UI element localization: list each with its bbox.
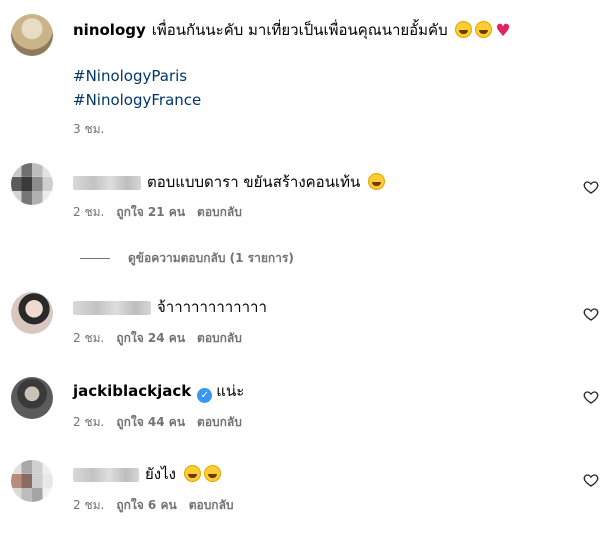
likes-count[interactable]: ถูกใจ 21 คน bbox=[116, 205, 185, 219]
comment-line: ยังไง bbox=[73, 464, 221, 484]
comment-text: แน่ะ bbox=[216, 382, 245, 400]
reply-button[interactable]: ตอบกลับ bbox=[197, 331, 242, 345]
comment-time: 2 ชม. bbox=[73, 415, 105, 429]
blurred-username[interactable] bbox=[73, 467, 139, 482]
comment-time: 2 ชม. bbox=[73, 205, 105, 219]
comment-meta: 2 ชม. ถูกใจ 21 คน ตอบกลับ bbox=[73, 204, 254, 220]
caption-avatar[interactable] bbox=[11, 14, 53, 56]
comment-time: 2 ชม. bbox=[73, 498, 105, 512]
caption-line: ninology เพื่อนกันนะคับ มาเที่ยวเป็นเพื่อ… bbox=[73, 20, 511, 41]
comment-avatar[interactable] bbox=[11, 377, 53, 419]
reply-button[interactable]: ตอบกลับ bbox=[197, 205, 242, 219]
blurred-username[interactable] bbox=[73, 175, 141, 190]
smiley-emoji-icon bbox=[203, 465, 221, 482]
comment-time: 2 ชม. bbox=[73, 331, 105, 345]
red-heart-emoji-icon: ♥ bbox=[495, 21, 511, 41]
comment-avatar[interactable] bbox=[11, 460, 53, 502]
comment-text: จ้าาาาาาาาาาาา bbox=[157, 298, 267, 316]
comment-text: ยังไง bbox=[145, 465, 176, 483]
heart-outline-icon[interactable] bbox=[583, 179, 599, 195]
squinting-tongue-emoji-icon bbox=[368, 173, 385, 190]
verified-badge-icon: ✓ bbox=[197, 388, 213, 403]
reply-button[interactable]: ตอบกลับ bbox=[189, 498, 234, 512]
view-replies-label: ดูข้อความตอบกลับ (1 รายการ) bbox=[128, 251, 294, 265]
comment-line: ตอบแบบดารา ขยันสร้างคอนเท้น bbox=[73, 172, 385, 192]
rolling-laughing-emoji-icon bbox=[183, 465, 201, 482]
comment-text: ตอบแบบดารา ขยันสร้างคอนเท้น bbox=[147, 173, 361, 191]
reply-button[interactable]: ตอบกลับ bbox=[197, 415, 242, 429]
comment-meta: 2 ชม. ถูกใจ 24 คน ตอบกลับ bbox=[73, 330, 254, 346]
caption-time: 3 ชม. bbox=[73, 122, 105, 136]
hashtag-link[interactable]: #NinologyParis bbox=[73, 66, 187, 86]
comment-meta: 2 ชม. ถูกใจ 6 คน ตอบกลับ bbox=[73, 497, 246, 513]
comment-line: jackiblackjack ✓ แน่ะ bbox=[73, 381, 244, 403]
replies-divider bbox=[80, 258, 110, 259]
heart-outline-icon[interactable] bbox=[583, 472, 599, 488]
caption-username[interactable]: ninology bbox=[73, 21, 146, 39]
blurred-username[interactable] bbox=[73, 300, 151, 315]
view-replies-button[interactable]: ดูข้อความตอบกลับ (1 รายการ) bbox=[80, 249, 294, 268]
caption-text: เพื่อนกันนะคับ มาเที่ยวเป็นเพื่อนคุณนายอ… bbox=[151, 21, 448, 39]
grin-emoji-icon bbox=[455, 21, 473, 38]
comment-meta: 2 ชม. ถูกใจ 44 คน ตอบกลับ bbox=[73, 414, 254, 430]
likes-count[interactable]: ถูกใจ 6 คน bbox=[116, 498, 176, 512]
laughing-emoji-icon bbox=[475, 21, 493, 38]
hashtag-link[interactable]: #NinologyFrance bbox=[73, 90, 201, 110]
comment-line: จ้าาาาาาาาาาาา bbox=[73, 297, 267, 317]
likes-count[interactable]: ถูกใจ 44 คน bbox=[116, 415, 185, 429]
likes-count[interactable]: ถูกใจ 24 คน bbox=[116, 331, 185, 345]
comment-username[interactable]: jackiblackjack bbox=[73, 382, 191, 400]
heart-outline-icon[interactable] bbox=[583, 389, 599, 405]
comment-avatar[interactable] bbox=[11, 292, 53, 334]
comment-avatar[interactable] bbox=[11, 163, 53, 205]
heart-outline-icon[interactable] bbox=[583, 306, 599, 322]
